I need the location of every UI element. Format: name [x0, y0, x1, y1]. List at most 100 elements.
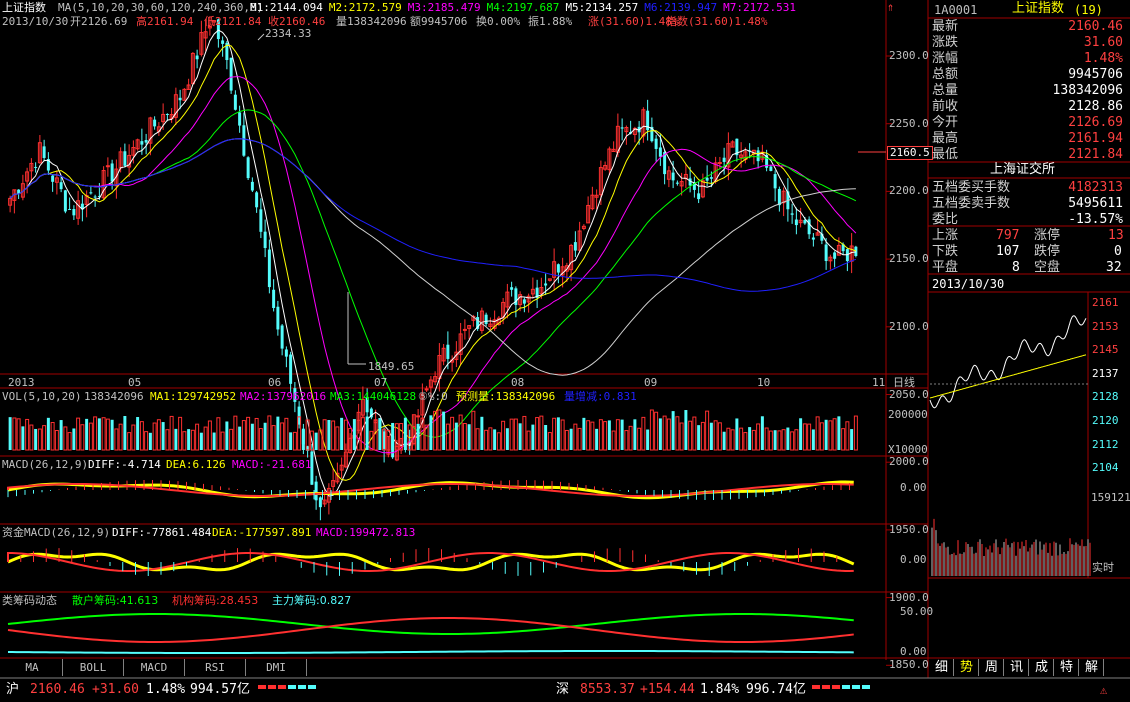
- volume-bar: [97, 418, 101, 450]
- alert-icon[interactable]: ⚠: [1100, 684, 1107, 696]
- peak-label: 2334.33: [265, 27, 312, 40]
- limit-down-value: 0: [1114, 244, 1122, 259]
- price-tick: 1900.0: [889, 590, 929, 604]
- volume-bar: [429, 415, 433, 450]
- tab-boll[interactable]: BOLL: [63, 659, 124, 676]
- sz-change: +154.44: [640, 682, 695, 697]
- volume-bar: [8, 417, 12, 450]
- volume-bar: [187, 429, 191, 450]
- fund-macd-macd: MACD:199472.813: [316, 526, 416, 539]
- volume-bar: [46, 417, 50, 450]
- volume-bar: [88, 422, 93, 451]
- candle-body: [446, 344, 450, 359]
- volume-bar: [233, 415, 238, 451]
- candle-body: [705, 177, 709, 181]
- candle-body: [722, 157, 726, 162]
- chart-title: 上证指数: [2, 1, 46, 14]
- buy-volume-label: 五档委买手数: [932, 180, 1011, 195]
- candle-body: [522, 299, 526, 304]
- volume-bar: [50, 422, 55, 451]
- header-high: 高2161.94: [136, 15, 194, 28]
- candle-body: [675, 182, 679, 184]
- volume-bar: [560, 419, 565, 451]
- volume-bar: [37, 428, 42, 451]
- candle-body: [289, 354, 293, 384]
- volume-bar: [705, 410, 710, 451]
- volume-bar: [666, 418, 671, 451]
- volume-bar: [692, 416, 697, 451]
- volume-bar: [212, 432, 216, 450]
- intraday-tick: 2104: [1092, 461, 1119, 475]
- tab-week[interactable]: 周: [980, 659, 1004, 676]
- volume-bar: [556, 417, 560, 450]
- tab-news[interactable]: 讯: [1005, 659, 1029, 676]
- volume-bar: [199, 432, 203, 450]
- header-volume: 量138342096: [336, 15, 407, 28]
- quote-label: 总额: [932, 67, 959, 82]
- sz-breadth-bar: [842, 685, 850, 689]
- volume-bar: [152, 422, 157, 451]
- volume-bar: [522, 415, 527, 451]
- tab-trades[interactable]: 成: [1030, 659, 1054, 676]
- volume-bar: [573, 423, 578, 451]
- volume-bar: [365, 416, 369, 450]
- vol-ma1: MA1:129742952: [150, 390, 237, 403]
- volume-bar: [34, 428, 38, 450]
- volume-bar: [144, 431, 149, 451]
- candle-body: [165, 113, 169, 115]
- intraday-tick: 2137: [1092, 366, 1119, 380]
- candle-body: [272, 289, 276, 308]
- tab-ma[interactable]: MA: [2, 659, 63, 676]
- quote-label: 涨跌: [932, 35, 959, 50]
- volume-bar: [841, 428, 846, 451]
- volume-bar: [458, 414, 463, 451]
- vol-forecast: 预测量:138342096: [456, 390, 556, 403]
- tab-dmi[interactable]: DMI: [246, 659, 307, 676]
- volume-bar: [569, 428, 573, 450]
- sz-price: 8553.37: [580, 682, 635, 697]
- volume-bar: [832, 418, 837, 451]
- candle-body: [195, 55, 199, 60]
- volume-bar: [607, 420, 611, 450]
- sh-breadth-bar: [298, 685, 306, 689]
- chip-title: 类筹码动态: [2, 594, 57, 607]
- volume-bar: [462, 422, 467, 451]
- volume-bar: [340, 417, 344, 450]
- volume-bar: [620, 419, 624, 450]
- chip-axis-bottom: 0.00: [900, 645, 927, 658]
- volume-bar: [646, 429, 650, 450]
- volume-bar: [216, 417, 221, 451]
- vol-value: 138342096: [84, 390, 144, 403]
- price-tick: 2050.0: [889, 387, 929, 401]
- sz-label: 深: [556, 682, 570, 697]
- up-value: 797: [996, 228, 1020, 243]
- fund-macd-dea: DEA:-177597.891: [212, 526, 312, 539]
- candle-body: [709, 177, 713, 179]
- sh-amount: 994.57亿: [190, 682, 250, 697]
- tab-macd[interactable]: MACD: [124, 659, 185, 676]
- quote-row: 涨跌 31.60: [930, 35, 1125, 51]
- volume-bar: [182, 431, 187, 451]
- volume-bar: [72, 428, 76, 450]
- candle-body: [769, 166, 773, 171]
- tab-trend[interactable]: 势: [955, 659, 979, 676]
- tab-rsi[interactable]: RSI: [185, 659, 246, 676]
- volume-bar: [352, 419, 356, 450]
- volume-bar: [67, 432, 72, 451]
- tab-special[interactable]: 特: [1055, 659, 1079, 676]
- volume-bar: [633, 419, 637, 450]
- quote-value: 2121.84: [1068, 147, 1123, 162]
- sz-breadth-bar: [822, 685, 830, 689]
- panel-name: 上证指数: [1012, 1, 1065, 16]
- tab-analysis[interactable]: 解: [1080, 659, 1104, 676]
- tab-detail[interactable]: 细: [930, 659, 954, 676]
- peak-leader: [257, 33, 265, 41]
- volume-bar: [127, 432, 132, 451]
- candle-body: [242, 125, 246, 156]
- fund-macd-title: 资金MACD(26,12,9): [2, 526, 111, 539]
- scroll-up-icon[interactable]: ⇑: [887, 1, 894, 13]
- period-button[interactable]: 日线: [893, 377, 915, 389]
- chip-inst: 机构筹码:28.453: [172, 594, 259, 607]
- quote-value: 2161.94: [1068, 131, 1123, 146]
- vol-axis-top: 200000: [888, 408, 928, 421]
